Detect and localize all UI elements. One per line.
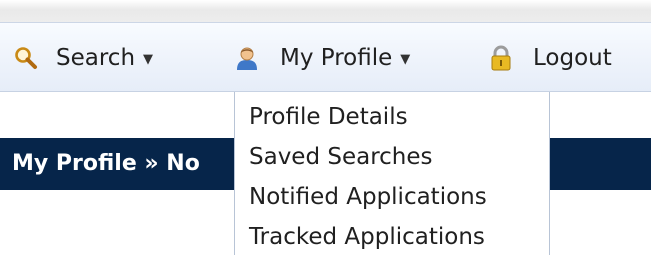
logout-button[interactable]: Logout bbox=[489, 23, 612, 93]
lock-icon bbox=[489, 45, 513, 71]
chevron-down-icon: ▼ bbox=[143, 51, 154, 67]
profile-dropdown-menu: Profile Details Saved Searches Notified … bbox=[234, 92, 550, 255]
my-profile-menu-label: My Profile bbox=[280, 45, 393, 71]
search-menu-label: Search bbox=[56, 45, 136, 71]
search-icon bbox=[14, 46, 38, 70]
chevron-down-icon: ▼ bbox=[400, 51, 411, 67]
logout-label: Logout bbox=[533, 45, 612, 71]
top-strip bbox=[0, 0, 651, 22]
menu-item-profile-details[interactable]: Profile Details bbox=[249, 97, 408, 137]
page-title: My Profile » No bbox=[12, 151, 200, 176]
search-menu[interactable]: Search ▼ bbox=[14, 23, 153, 93]
my-profile-menu[interactable]: My Profile ▼ bbox=[234, 23, 410, 93]
menu-item-tracked-applications[interactable]: Tracked Applications bbox=[249, 217, 485, 257]
menu-item-notified-applications[interactable]: Notified Applications bbox=[249, 177, 487, 217]
menu-item-saved-searches[interactable]: Saved Searches bbox=[249, 137, 433, 177]
user-icon bbox=[234, 45, 260, 71]
navbar: Search ▼ My Profile ▼ Logout bbox=[0, 22, 651, 92]
